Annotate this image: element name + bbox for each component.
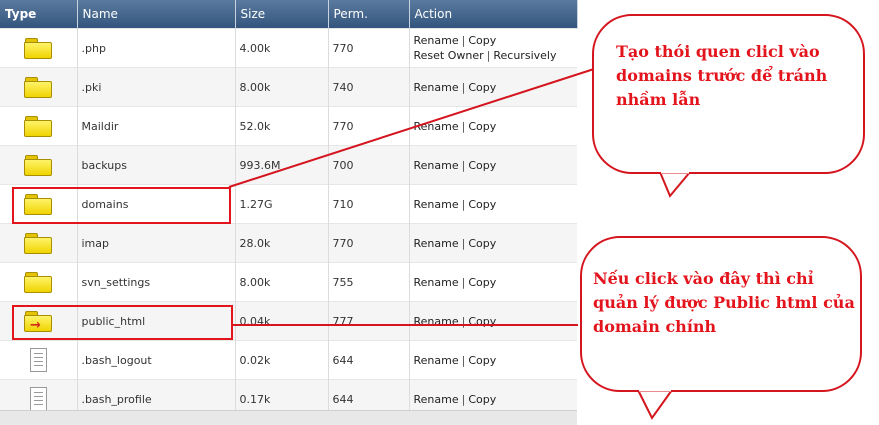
callout-top-text: Tạo thói quen clicl vào domains trước để… <box>616 42 828 109</box>
callout-bottom-text: Nếu click vào đây thì chỉ quản lý được P… <box>593 269 855 336</box>
